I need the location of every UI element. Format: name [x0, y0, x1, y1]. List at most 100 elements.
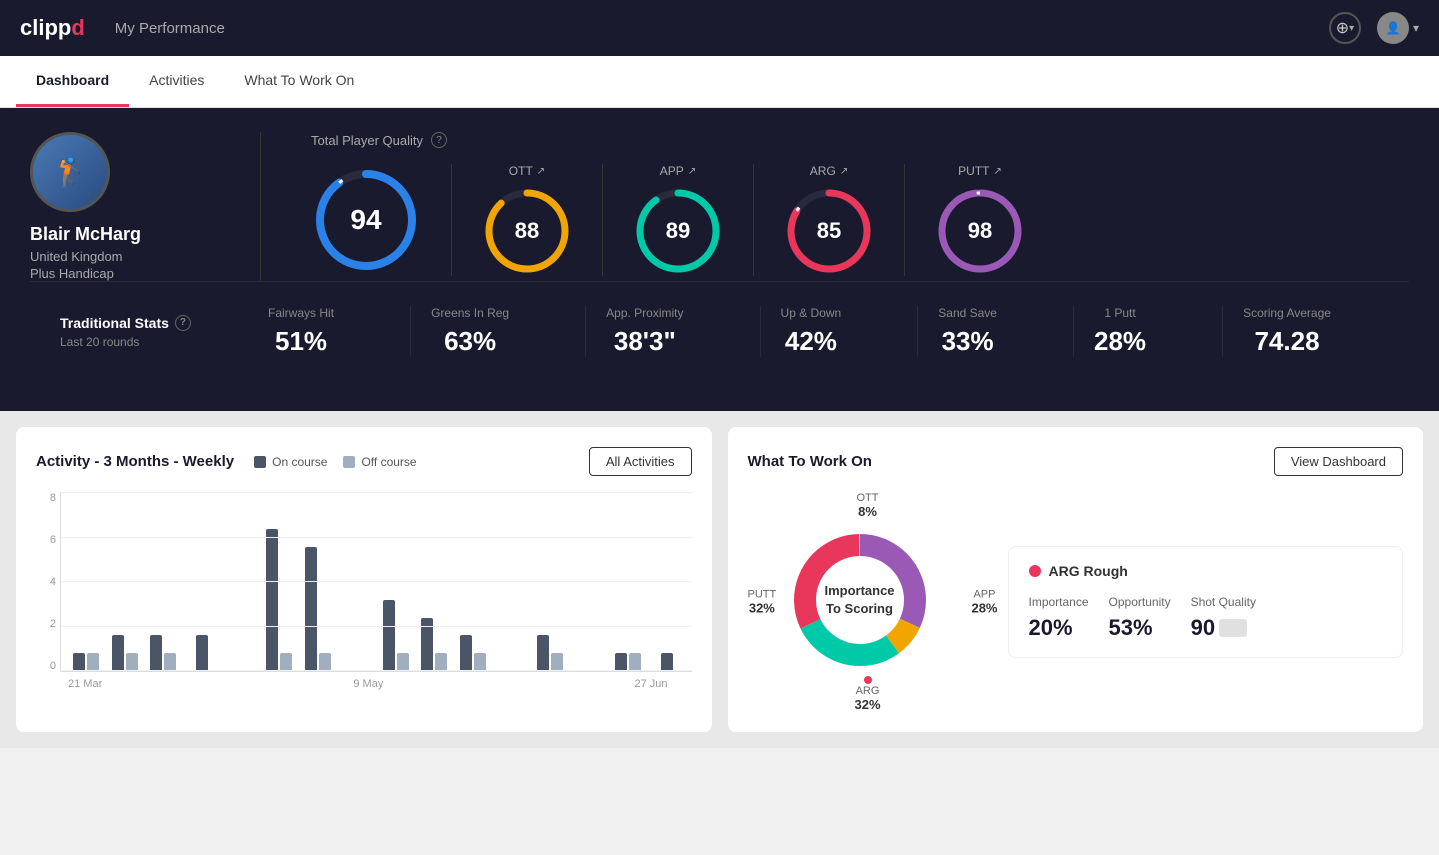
tpq-main-gauge: 94	[311, 165, 421, 275]
legend-offcourse: Off course	[343, 455, 416, 469]
y-axis: 0 2 4 6 8	[36, 492, 60, 672]
user-menu[interactable]: 👤 ▾	[1377, 12, 1419, 44]
bar-oncourse	[266, 529, 278, 671]
bar-group	[301, 547, 335, 671]
add-button[interactable]: ⊕ ▾	[1329, 12, 1361, 44]
bar-group	[108, 635, 142, 671]
header-actions: ⊕ ▾ 👤 ▾	[1329, 12, 1419, 44]
bar-group	[456, 635, 490, 671]
add-dropdown-icon: ▾	[1349, 23, 1354, 34]
traditional-stats: Traditional Stats ? Last 20 rounds Fairw…	[30, 281, 1409, 381]
tab-dashboard[interactable]: Dashboard	[16, 56, 129, 107]
bar-group	[224, 667, 258, 671]
arg-card-header: ARG Rough	[1029, 563, 1383, 579]
stat-greens: Greens In Reg 63%	[410, 306, 529, 357]
arg-arrow-icon: ↗	[840, 166, 848, 177]
bar-oncourse	[421, 618, 433, 671]
header: clippd My Performance ⊕ ▾ 👤 ▾	[0, 0, 1439, 56]
arg-connector-dot	[864, 676, 872, 684]
stats-title: Traditional Stats ?	[60, 315, 200, 331]
profile-section: 🏌️ Blair McHarg United Kingdom Plus Hand…	[30, 132, 1409, 281]
bar-offcourse	[280, 653, 292, 671]
stats-grid: Fairways Hit 51% Greens In Reg 63% App. …	[220, 306, 1379, 357]
stats-subtitle: Last 20 rounds	[60, 335, 200, 349]
bar-group	[417, 618, 451, 671]
activity-title: Activity - 3 Months - Weekly	[36, 453, 234, 470]
bar-offcourse	[87, 653, 99, 671]
stats-help-icon[interactable]: ?	[175, 315, 191, 331]
putt-value: 98	[968, 218, 992, 244]
donut-region: OTT 8% PUTT 32% APP 28% ARG	[748, 492, 988, 712]
ott-metric: OTT ↗ 88	[451, 164, 602, 276]
avatar: 👤	[1377, 12, 1409, 44]
arg-card-dot	[1029, 565, 1041, 577]
tpq-main-value: 94	[350, 204, 381, 236]
bar-oncourse	[196, 635, 208, 671]
x-axis: 21 Mar 9 May 27 Jun	[36, 672, 692, 690]
page-title: My Performance	[115, 20, 1329, 37]
bar-oncourse	[112, 635, 124, 671]
bar-oncourse	[73, 653, 85, 671]
ott-label: OTT ↗	[509, 164, 545, 178]
arg-metric: ARG ↗ 85	[753, 164, 904, 276]
metrics-row: 94 OTT ↗ 88	[311, 164, 1409, 276]
tpq-label: Total Player Quality	[311, 133, 423, 148]
bar-offcourse	[397, 653, 409, 671]
chart-body: 0 2 4 6 8	[36, 492, 692, 672]
putt-metric: PUTT ↗ 98	[904, 164, 1055, 276]
bar-oncourse	[460, 635, 472, 671]
player-handicap: Plus Handicap	[30, 266, 210, 281]
bar-group	[379, 600, 413, 671]
bar-group	[69, 653, 103, 671]
tpq-main-metric: 94	[311, 165, 451, 275]
bar-group	[185, 635, 219, 671]
ott-donut-label: OTT 8%	[857, 492, 879, 519]
all-activities-button[interactable]: All Activities	[589, 447, 692, 476]
ott-arrow-icon: ↗	[537, 166, 545, 177]
arg-label: ARG ↗	[810, 164, 848, 178]
app-label: APP ↗	[660, 164, 696, 178]
divider	[260, 132, 261, 281]
tab-activities[interactable]: Activities	[129, 56, 224, 107]
tab-what-to-work-on[interactable]: What To Work On	[224, 56, 374, 107]
offcourse-dot	[343, 456, 355, 468]
what-to-work-on-panel: What To Work On View Dashboard OTT 8% PU…	[728, 427, 1424, 732]
player-avatar: 🏌️	[30, 132, 110, 212]
chart-area: 0 2 4 6 8	[36, 492, 692, 692]
arg-card: ARG Rough Importance 20% Opportunity 53%…	[1008, 546, 1404, 658]
legend-oncourse: On course	[254, 455, 327, 469]
logo: clippd	[20, 15, 85, 41]
arg-donut-label: ARG 32%	[854, 685, 880, 712]
bar-group	[572, 667, 606, 671]
user-dropdown-icon: ▾	[1413, 21, 1419, 35]
player-country: United Kingdom	[30, 249, 210, 264]
app-value: 89	[666, 218, 690, 244]
bar-offcourse	[319, 653, 331, 671]
arg-shotquality: Shot Quality 90	[1191, 595, 1256, 641]
tpq-header: Total Player Quality ?	[311, 132, 1409, 148]
arg-card-name: ARG Rough	[1049, 563, 1128, 579]
ott-gauge: 88	[482, 186, 572, 276]
arg-value: 85	[817, 218, 841, 244]
activity-panel: Activity - 3 Months - Weekly On course O…	[16, 427, 712, 732]
bar-offcourse	[629, 653, 641, 671]
app-metric: APP ↗ 89	[602, 164, 753, 276]
bar-oncourse	[537, 635, 549, 671]
tpq-section: Total Player Quality ? 94	[311, 132, 1409, 276]
app-gauge: 89	[633, 186, 723, 276]
donut-center-text: Importance To Scoring	[824, 582, 894, 618]
tpq-help-icon[interactable]: ?	[431, 132, 447, 148]
donut-center: Importance To Scoring	[780, 520, 940, 680]
shot-quality-badge	[1219, 619, 1247, 637]
app-arrow-icon: ↗	[688, 166, 696, 177]
arg-gauge: 85	[784, 186, 874, 276]
bars-container	[60, 492, 692, 672]
stat-1putt: 1 Putt 28%	[1073, 306, 1166, 357]
putt-donut-label: PUTT 32%	[748, 589, 777, 616]
bar-group	[146, 635, 180, 671]
stat-fairways: Fairways Hit 51%	[248, 306, 354, 357]
bar-offcourse	[551, 653, 563, 671]
view-dashboard-button[interactable]: View Dashboard	[1274, 447, 1403, 476]
bar-oncourse	[383, 600, 395, 671]
donut-wrapper: OTT 8% PUTT 32% APP 28% ARG	[748, 492, 988, 712]
